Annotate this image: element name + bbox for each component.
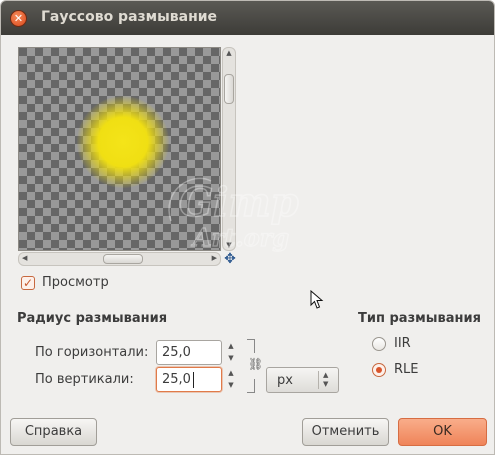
text-caret (193, 372, 194, 388)
preview-checkbox-label[interactable]: Просмотр (42, 275, 109, 290)
chain-bracket-top (247, 339, 255, 353)
scroll-up-arrow-icon[interactable]: ▲ (223, 49, 235, 57)
vertical-spin-buttons[interactable]: ▲ ▼ (223, 367, 239, 392)
dialog-window: ✕ Гауссово размывание ▲ ▼ ◀ ▶ ✥ Gimp Art… (0, 0, 495, 455)
horizontal-radius-input[interactable]: 25,0 (156, 340, 222, 365)
svg-text:Gimp: Gimp (179, 179, 299, 226)
dropdown-arrows-icon[interactable]: ▲ ▼ (323, 371, 328, 389)
radio-button[interactable] (372, 363, 386, 377)
svg-text:Art.org: Art.org (191, 223, 289, 252)
horizontal-spin-buttons[interactable]: ▲ ▼ (223, 340, 239, 365)
decrement-arrow-icon[interactable]: ▼ (223, 379, 239, 391)
dropdown-separator (318, 371, 319, 389)
horizontal-scroll-thumb[interactable] (103, 254, 143, 264)
chain-link-icon[interactable]: ⛓ (248, 357, 263, 371)
horizontal-radius-value: 25,0 (162, 345, 191, 360)
chain-bracket-bottom (247, 379, 255, 393)
vertical-radius-value: 25,0 (162, 372, 191, 387)
scroll-left-arrow-icon[interactable]: ◀ (22, 254, 27, 262)
increment-arrow-icon[interactable]: ▲ (223, 340, 239, 352)
close-icon[interactable]: ✕ (10, 10, 27, 27)
radio-button[interactable] (372, 337, 386, 351)
horizontal-label: По горизонтали: (35, 345, 149, 360)
preview-checkbox[interactable]: ✓ (21, 276, 35, 290)
unit-dropdown[interactable]: px ▲ ▼ (266, 367, 339, 393)
cancel-button[interactable]: Отменить (302, 418, 389, 446)
chain-link-toggle[interactable]: ⛓ (245, 339, 263, 393)
mouse-pointer-icon (310, 290, 324, 309)
titlebar: ✕ Гауссово размывание (1, 1, 494, 35)
radio-label[interactable]: IIR (394, 336, 411, 351)
vertical-radius-input[interactable]: 25,0 (156, 367, 222, 392)
increment-arrow-icon[interactable]: ▲ (223, 367, 239, 379)
help-button[interactable]: Справка (10, 418, 97, 446)
vertical-label: По вертикали: (35, 372, 134, 387)
vertical-scroll-thumb[interactable] (224, 74, 234, 104)
window-title: Гауссово размывание (41, 9, 218, 25)
gimpart-watermark-logo: Gimp Art.org (168, 177, 299, 253)
blur-type-heading: Тип размывания (358, 311, 481, 326)
decrement-arrow-icon[interactable]: ▼ (223, 352, 239, 364)
unit-selected-value: px (277, 373, 293, 388)
radio-label[interactable]: RLE (394, 362, 419, 377)
blur-radius-heading: Радиус размывания (17, 311, 168, 326)
ok-button[interactable]: OK (398, 418, 487, 446)
